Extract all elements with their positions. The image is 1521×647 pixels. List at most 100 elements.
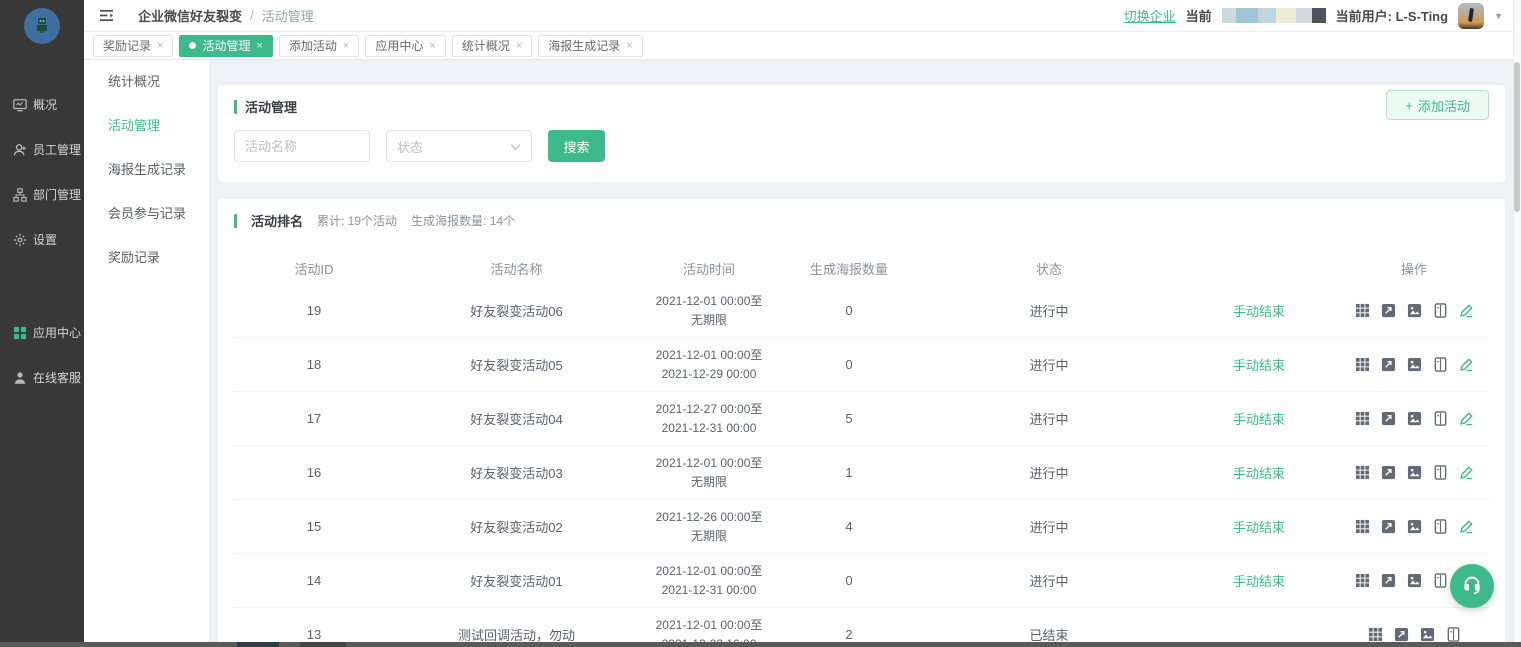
poster-icon[interactable] [1433,411,1448,426]
manual-end-link[interactable]: 手动结束 [1233,412,1285,427]
share-icon[interactable] [1381,411,1396,426]
tab-4[interactable]: 应用中心 × [365,35,445,57]
grid-icon[interactable] [1355,519,1370,534]
manual-end-link[interactable]: 手动结束 [1233,304,1285,319]
grid-icon[interactable] [1368,627,1383,642]
poster-icon[interactable] [1433,357,1448,372]
search-button[interactable]: 搜索 [548,130,605,162]
grid-icon[interactable] [1355,303,1370,318]
manual-end-link[interactable]: 手动结束 [1233,358,1285,373]
poster-icon[interactable] [1433,519,1448,534]
bottom-bar-segment [237,642,279,647]
switch-company-link[interactable]: 切换企业 [1124,6,1176,25]
cell-activity-name: 测试回调活动，勿动 [394,625,639,643]
col-header-actions: 操作 [1339,259,1489,278]
subnav-item-2[interactable]: 活动管理 [84,104,209,148]
grid-icon[interactable] [1355,357,1370,372]
cell-activity-name: 好友裂变活动02 [394,517,639,536]
activity-name-input[interactable] [234,130,370,162]
tab-6[interactable]: 海报生成记录 × [538,35,642,57]
grid-icon[interactable] [1355,411,1370,426]
row-actions [1339,357,1489,372]
tab-5[interactable]: 统计概况× [452,35,532,57]
image-icon[interactable] [1420,627,1435,642]
edit-icon[interactable] [1459,357,1474,372]
close-icon[interactable]: × [516,40,522,52]
image-icon[interactable] [1407,357,1422,372]
sidebar-item-6[interactable]: 在线客服 [0,355,84,400]
share-icon[interactable] [1381,303,1396,318]
sidebar-item-label: 员工管理 [33,141,81,158]
sidebar-item-2[interactable]: 员工管理 [0,127,84,172]
page-scrollbar[interactable] [1513,0,1521,647]
activity-filter-panel: 活动管理 状态 搜索 + 添加活动 [218,85,1505,182]
add-activity-button[interactable]: + 添加活动 [1386,90,1489,120]
cell-poster-count: 0 [779,303,919,318]
grid-icon[interactable] [1355,573,1370,588]
share-icon[interactable] [1381,519,1396,534]
cell-activity-id: 19 [234,303,394,318]
subnav-item-1[interactable]: 统计概况 [84,60,209,104]
grid-icon[interactable] [1355,465,1370,480]
filter-panel-title: 活动管理 [245,97,297,116]
share-icon[interactable] [1381,573,1396,588]
online-service-button[interactable] [1450,564,1494,608]
image-icon[interactable] [1407,519,1422,534]
sidebar-item-label: 部门管理 [33,186,81,203]
col-header-poster-count: 生成海报数量 [779,259,919,278]
menu-fold-icon[interactable] [96,6,116,26]
manual-end-link[interactable]: 手动结束 [1233,520,1285,535]
tab-label: 海报生成记录 [548,37,620,54]
sidebar-item-3[interactable]: 部门管理 [0,172,84,217]
department-icon [12,187,27,202]
subnav-item-3[interactable]: 海报生成记录 [84,148,209,192]
image-icon[interactable] [1407,411,1422,426]
redacted-company-name [1222,8,1326,23]
share-icon[interactable] [1394,627,1409,642]
sidebar-item-5[interactable]: 应用中心 [0,310,84,355]
app-logo[interactable] [24,8,60,44]
close-icon[interactable]: × [626,40,632,52]
tab-label: 应用中心 [375,37,423,54]
row-actions [1339,303,1489,318]
user-avatar[interactable] [1458,3,1484,29]
cell-status: 进行中 [919,409,1179,428]
breadcrumb-root[interactable]: 企业微信好友裂变 [138,6,242,25]
poster-icon[interactable] [1433,573,1448,588]
tab-3[interactable]: 添加活动× [279,35,359,57]
edit-icon[interactable] [1459,465,1474,480]
manual-end-link[interactable]: 手动结束 [1233,466,1285,481]
robot-logo-icon [32,15,52,38]
poster-icon[interactable] [1433,303,1448,318]
cell-status: 已结束 [919,625,1179,643]
edit-icon[interactable] [1459,303,1474,318]
tab-2[interactable]: 活动管理× [179,35,272,57]
close-icon[interactable]: × [429,40,435,52]
status-select[interactable]: 状态 [386,130,532,162]
close-icon[interactable]: × [343,40,349,52]
subnav-item-4[interactable]: 会员参与记录 [84,192,209,236]
share-icon[interactable] [1381,465,1396,480]
sidebar-item-1[interactable]: 概况 [0,82,84,127]
title-accent-bar [234,100,237,114]
tab-1[interactable]: 奖励记录× [93,35,173,57]
image-icon[interactable] [1407,573,1422,588]
main-content: 活动管理 状态 搜索 + 添加活动 活动排名 累计: 19个活动 生成海报数量:… [210,60,1513,643]
caret-down-icon[interactable]: ▼ [1494,11,1503,21]
share-icon[interactable] [1381,357,1396,372]
cell-poster-count: 0 [779,357,919,372]
close-icon[interactable]: × [157,40,163,52]
close-icon[interactable]: × [256,40,262,52]
scrollbar-thumb[interactable] [1514,62,1520,212]
sidebar-item-4[interactable]: 设置 [0,217,84,262]
row-actions [1339,627,1489,642]
poster-icon[interactable] [1433,465,1448,480]
subnav-item-5[interactable]: 奖励记录 [84,236,209,280]
poster-icon[interactable] [1446,627,1461,642]
edit-icon[interactable] [1459,519,1474,534]
image-icon[interactable] [1407,465,1422,480]
image-icon[interactable] [1407,303,1422,318]
manual-end-link[interactable]: 手动结束 [1233,574,1285,589]
cell-activity-id: 15 [234,519,394,534]
edit-icon[interactable] [1459,411,1474,426]
